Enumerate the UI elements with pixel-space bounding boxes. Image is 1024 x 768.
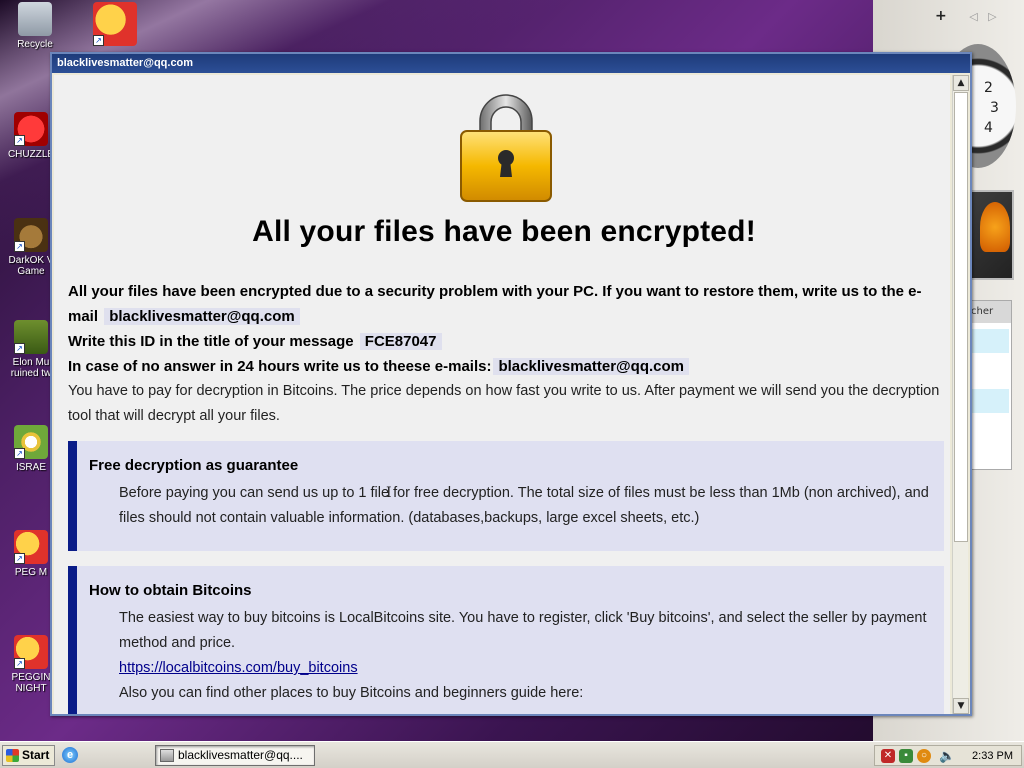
- start-label: Start: [22, 748, 50, 762]
- list-item[interactable]: [971, 329, 1009, 353]
- text-cursor-icon: I: [386, 485, 392, 501]
- panel-body: The easiest way to buy bitcoins is Local…: [77, 606, 944, 706]
- shortcut-arrow-icon: ↗: [14, 448, 25, 459]
- padlock-icon: [458, 91, 554, 203]
- scroll-up-button[interactable]: ▲: [953, 75, 969, 91]
- desktop-icon-label: DarkOK V Game: [8, 255, 54, 277]
- game-icon: ↗: [14, 320, 48, 354]
- clock-number: 2: [984, 80, 993, 96]
- chuzzle-icon: ↗: [14, 112, 48, 146]
- shortcut-arrow-icon: ↗: [14, 553, 25, 564]
- clock-number: 4: [984, 120, 993, 136]
- ransom-content: All your files have been encrypted! All …: [54, 75, 950, 714]
- contact-email[interactable]: blacklivesmatter@qq.com: [104, 308, 300, 325]
- start-button[interactable]: Start: [2, 745, 55, 766]
- taskbar-item-label: blacklivesmatter@qq....: [178, 748, 303, 762]
- system-tray: ✕ ▪ ○ 🔈 2:33 PM: [874, 745, 1022, 766]
- launcher-tab[interactable]: cher: [969, 301, 1011, 323]
- shortcut-arrow-icon: ↗: [14, 658, 25, 669]
- volume-icon[interactable]: 🔈: [939, 749, 955, 763]
- no-answer-prompt: In case of no answer in 24 hours write u…: [68, 358, 492, 375]
- list-item[interactable]: [971, 359, 1009, 383]
- vertical-scrollbar[interactable]: ▲ ▼: [952, 75, 969, 714]
- peggle-icon: ↗: [14, 530, 48, 564]
- shortcut-arrow-icon: ↗: [14, 241, 25, 252]
- victim-id[interactable]: FCE87047: [359, 333, 442, 350]
- intro-section: All your files have been encrypted due t…: [68, 279, 948, 429]
- peggle-icon: ↗: [14, 635, 48, 669]
- recycle-bin-icon: [18, 2, 52, 36]
- payment-instructions: You have to pay for decryption in Bitcoi…: [68, 383, 940, 424]
- add-gadget-button[interactable]: +: [935, 8, 947, 24]
- list-item[interactable]: [971, 419, 1009, 443]
- panel-title: How to obtain Bitcoins: [89, 582, 252, 599]
- security-shield-icon[interactable]: ✕: [881, 749, 895, 763]
- internet-explorer-icon[interactable]: e: [62, 747, 78, 763]
- taskbar-item-ransom-note[interactable]: blacklivesmatter@qq....: [155, 745, 315, 766]
- taskbar: Start e blacklivesmatter@qq.... ✕ ▪ ○ 🔈 …: [0, 741, 1024, 768]
- slideshow-gadget[interactable]: [970, 190, 1014, 280]
- next-icon[interactable]: ▷: [988, 10, 996, 23]
- game-icon: ↗: [14, 425, 48, 459]
- flower-photo: [980, 202, 1010, 252]
- desktop-icon-label: CHUZZLE: [7, 149, 55, 160]
- desktop-icon-label: PEGGIN NIGHT: [11, 672, 51, 694]
- backup-email[interactable]: blacklivesmatter@qq.com: [493, 358, 689, 375]
- panel-title: Free decryption as guarantee: [89, 457, 299, 474]
- desktop-icon-label: Elon Mu ruined tw: [10, 357, 52, 379]
- id-prompt: Write this ID in the title of your messa…: [68, 333, 354, 350]
- localbitcoins-link[interactable]: https://localbitcoins.com/buy_bitcoins: [119, 660, 358, 676]
- taskbar-clock[interactable]: 2:33 PM: [972, 746, 1013, 766]
- game-icon: ↗: [14, 218, 48, 252]
- scroll-thumb[interactable]: [954, 92, 968, 542]
- btc-instructions: The easiest way to buy bitcoins is Local…: [119, 610, 927, 651]
- desktop-icon-label: ISRAE: [15, 462, 46, 473]
- desktop-icon-peggle[interactable]: ↗: [84, 2, 146, 49]
- launcher-gadget[interactable]: cher: [968, 300, 1012, 470]
- free-decryption-panel: Free decryption as guarantee Before payi…: [68, 441, 944, 551]
- desktop-icon-label: Recycle: [17, 39, 53, 50]
- clock-number: 3: [990, 100, 999, 116]
- network-icon[interactable]: ▪: [899, 749, 913, 763]
- windows-logo-icon: [6, 749, 19, 762]
- obtain-bitcoins-panel: How to obtain Bitcoins The easiest way t…: [68, 566, 944, 714]
- panel-body: Before paying you can send us up to 1 fi…: [119, 485, 929, 526]
- desktop-icon-recycle-bin[interactable]: Recycle: [4, 2, 66, 50]
- list-item[interactable]: [971, 389, 1009, 413]
- shortcut-arrow-icon: ↗: [93, 35, 104, 46]
- peggle-icon: ↗: [93, 2, 137, 46]
- search-icon[interactable]: ○: [917, 749, 931, 763]
- page-title: All your files have been encrypted!: [252, 215, 756, 248]
- btc-more-text: Also you can find other places to buy Bi…: [119, 685, 584, 701]
- prev-icon[interactable]: ◁: [969, 10, 977, 23]
- shortcut-arrow-icon: ↗: [14, 343, 25, 354]
- window-title-bar[interactable]: blacklivesmatter@qq.com: [52, 54, 970, 73]
- desktop-icon-label: PEG M: [14, 567, 48, 578]
- ransom-note-window: blacklivesmatter@qq.com All your files h: [50, 52, 972, 716]
- window-icon: [160, 749, 174, 762]
- window-title: blacklivesmatter@qq.com: [57, 57, 194, 69]
- shortcut-arrow-icon: ↗: [14, 135, 25, 146]
- sidebar-controls: + ◁ ▷: [935, 8, 997, 24]
- scroll-down-button[interactable]: ▼: [953, 698, 969, 714]
